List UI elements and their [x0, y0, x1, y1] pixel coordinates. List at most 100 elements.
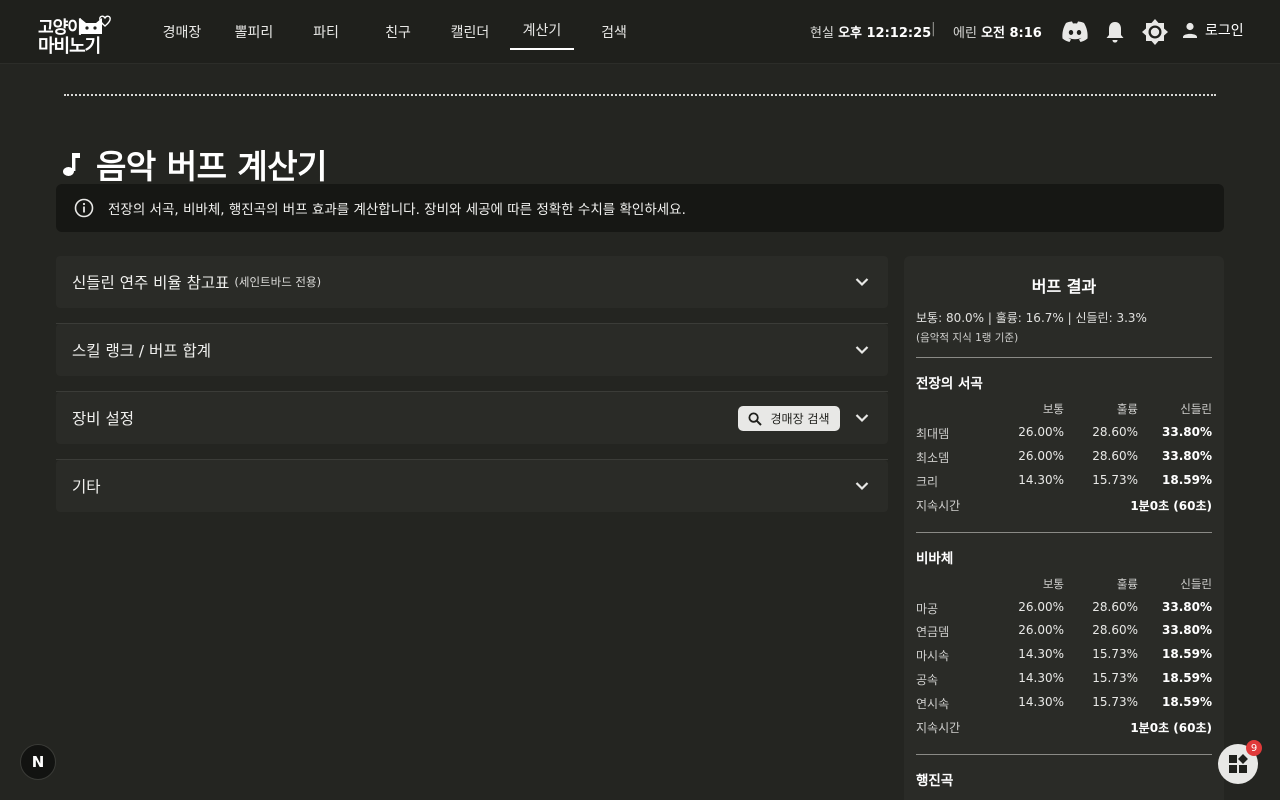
nav-label: 친구 — [385, 25, 411, 41]
row-value: 33.80% — [1162, 449, 1212, 463]
col-header: 훌륭 — [1116, 402, 1138, 416]
row-value: 33.80% — [1162, 425, 1212, 439]
login-label: 로그인 — [1205, 23, 1244, 39]
erinn-time-clock: 에린 오전 8:16 — [953, 22, 1042, 41]
erinn-time-label: 에린 — [953, 26, 977, 41]
page-title-text: 음악 버프 계산기 — [96, 147, 328, 186]
table-row: 공속 14.30% 15.73% 18.59% — [916, 671, 1212, 691]
login-button[interactable]: 로그인 — [1181, 20, 1244, 40]
col-header: 신들린 — [1180, 402, 1212, 416]
section-title: 비바체 — [916, 551, 954, 567]
accordion-equipment[interactable]: 장비 설정 경매장 검색 — [56, 392, 888, 444]
nav-label: 파티 — [313, 25, 339, 41]
apps-grid-icon — [1229, 754, 1248, 773]
accordion-label: 기타 — [72, 478, 101, 496]
site-logo[interactable]: 고양이 마비노기 — [36, 12, 114, 57]
nav-friends[interactable]: 친구 — [362, 0, 434, 64]
info-banner: 전장의 서곡, 비바체, 행진곡의 버프 효과를 계산합니다. 장비와 세공에 … — [56, 184, 1224, 232]
accordion-label: 신들린 연주 비율 참고표 — [72, 274, 230, 292]
ratio-note: (음악적 지식 1랭 기준) — [916, 332, 1019, 344]
row-value: 15.73% — [1092, 671, 1138, 685]
chevron-down-icon — [855, 482, 869, 491]
buff-result-panel: 버프 결과 보통: 80.0% | 훌륭: 16.7% | 신들린: 3.3% … — [904, 256, 1224, 800]
nav-calculator[interactable]: 계산기 — [510, 0, 574, 64]
table-row: 연시속 14.30% 15.73% 18.59% — [916, 695, 1212, 715]
row-value: 14.30% — [1018, 695, 1064, 709]
n-floating-button[interactable]: N — [20, 744, 56, 780]
row-value: 26.00% — [1018, 623, 1064, 637]
accordion-label: 스킬 랭크 / 버프 합계 — [72, 342, 212, 360]
duration-value: 1분0초 (60초) — [1130, 721, 1212, 735]
user-icon — [1183, 22, 1197, 38]
cat-logo-icon — [80, 15, 111, 34]
row-value: 28.60% — [1092, 600, 1138, 614]
clock-separator: | — [931, 21, 936, 37]
accordion-skill-rank[interactable]: 스킬 랭크 / 버프 합계 — [56, 324, 888, 376]
accordion-saint-bard-ratio[interactable]: 신들린 연주 비율 참고표 (세인트바드 전용) — [56, 256, 888, 308]
accordion-label: 장비 설정 — [72, 410, 134, 428]
row-value: 18.59% — [1162, 671, 1212, 685]
real-time-clock: 현실 오후 12:12:25 — [810, 22, 931, 41]
table-row: 최소뎀 26.00% 28.60% 33.80% — [916, 449, 1212, 469]
row-value: 33.80% — [1162, 623, 1212, 637]
info-icon — [74, 198, 94, 218]
col-header: 보통 — [1042, 577, 1064, 591]
table-row: 연금뎀 26.00% 28.60% 33.80% — [916, 623, 1212, 643]
row-value: 18.59% — [1162, 473, 1212, 487]
result-title: 버프 결과 — [1031, 277, 1097, 296]
nav-label: 계산기 — [522, 23, 562, 39]
row-value: 15.73% — [1092, 473, 1138, 487]
column-header-row: 보통 훌륭 신들린 — [916, 576, 1212, 596]
col-header: 훌륭 — [1116, 577, 1138, 591]
row-label: 연시속 — [916, 697, 950, 711]
ratio-text: 보통: 80.0% | 훌륭: 16.7% | 신들린: 3.3% — [916, 311, 1147, 325]
column-header-row: 보통 훌륭 신들린 — [916, 401, 1212, 421]
chevron-down-icon — [855, 278, 869, 287]
nav-label: 캘린더 — [450, 25, 490, 41]
notification-badge: 9 — [1246, 740, 1262, 756]
page-title: 음악 버프 계산기 — [60, 140, 328, 188]
real-time-value: 오후 12:12:25 — [838, 26, 932, 41]
row-label: 마시속 — [916, 649, 950, 663]
row-value: 26.00% — [1018, 449, 1064, 463]
col-header: 보통 — [1042, 402, 1064, 416]
nav-calendar[interactable]: 캘린더 — [434, 0, 506, 64]
table-row: 마시속 14.30% 15.73% 18.59% — [916, 647, 1212, 667]
accordion-etc[interactable]: 기타 — [56, 460, 888, 512]
apps-floating-button[interactable]: 9 — [1218, 740, 1262, 784]
row-label: 최대뎀 — [916, 427, 950, 441]
section-divider — [916, 357, 1212, 358]
nav-auction[interactable]: 경매장 — [146, 0, 218, 64]
row-label: 공속 — [916, 673, 939, 687]
row-label: 크리 — [916, 475, 939, 489]
nav-search[interactable]: 검색 — [578, 0, 650, 64]
nav-horn[interactable]: 뽈피리 — [218, 0, 290, 64]
real-time-label: 현실 — [810, 26, 834, 41]
table-row: 크리 14.30% 15.73% 18.59% — [916, 473, 1212, 493]
row-value: 14.30% — [1018, 671, 1064, 685]
row-value: 26.00% — [1018, 600, 1064, 614]
bell-icon[interactable] — [1102, 18, 1128, 46]
col-header: 신들린 — [1180, 577, 1212, 591]
info-text: 전장의 서곡, 비바체, 행진곡의 버프 효과를 계산합니다. 장비와 세공에 … — [108, 202, 686, 218]
duration-value: 1분0초 (60초) — [1130, 499, 1212, 513]
main-nav: 경매장 뽈피리 파티 친구 캘린더 계산기 검색 — [146, 0, 650, 64]
auction-search-button[interactable]: 경매장 검색 — [738, 406, 840, 431]
search-icon — [748, 412, 763, 426]
theme-toggle-icon[interactable] — [1140, 17, 1170, 47]
dotted-divider — [64, 94, 1216, 96]
section-divider — [916, 532, 1212, 533]
auction-search-label: 경매장 검색 — [770, 412, 830, 426]
duration-row: 지속시간 1분0초 (60초) — [916, 719, 1212, 739]
music-note-icon — [63, 153, 80, 176]
row-value: 14.30% — [1018, 473, 1064, 487]
duration-label: 지속시간 — [916, 499, 961, 513]
table-row: 마공 26.00% 28.60% 33.80% — [916, 600, 1212, 620]
table-row: 최대뎀 26.00% 28.60% 33.80% — [916, 425, 1212, 445]
row-value: 18.59% — [1162, 695, 1212, 709]
nav-party[interactable]: 파티 — [290, 0, 362, 64]
erinn-time-value: 오전 8:16 — [981, 26, 1042, 41]
row-value: 28.60% — [1092, 425, 1138, 439]
discord-icon[interactable] — [1060, 18, 1090, 46]
row-value: 26.00% — [1018, 425, 1064, 439]
